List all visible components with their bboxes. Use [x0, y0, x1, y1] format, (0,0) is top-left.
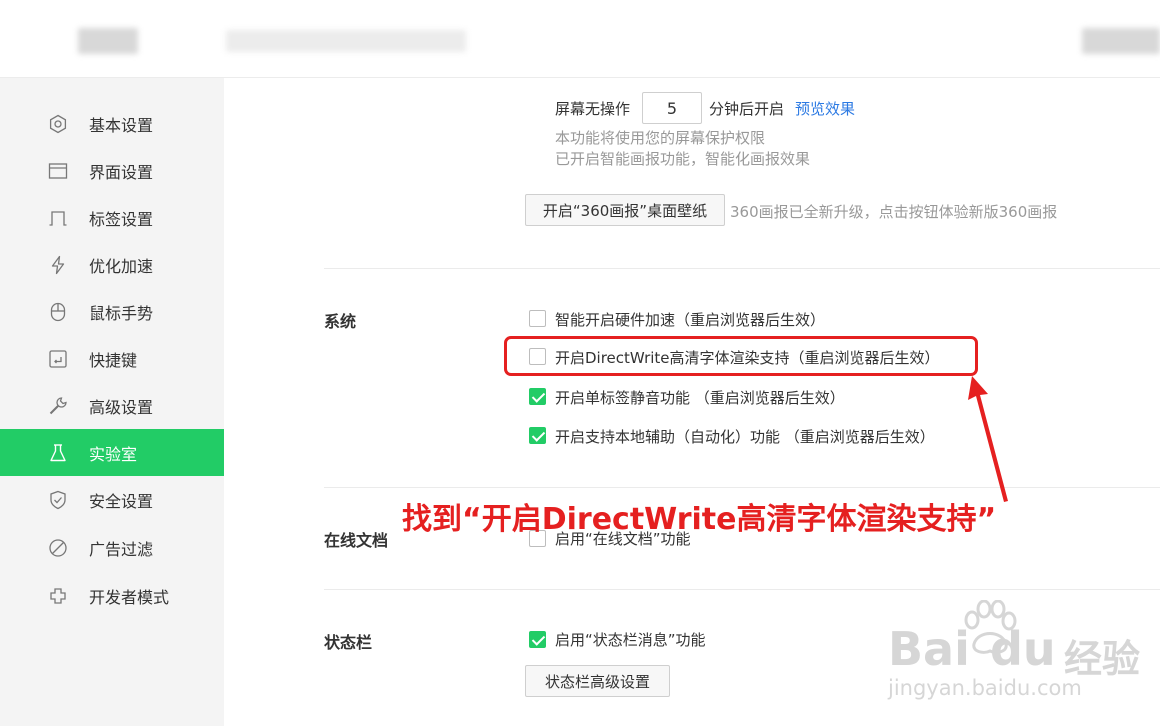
sidebar-item-shortcuts[interactable]: 快捷键 — [0, 335, 224, 382]
wallpaper-note: 360画报已全新升级，点击按钮体验新版360画报 — [730, 203, 1058, 221]
settings-sidebar: 基本设置 界面设置 标签设置 优化加速 鼠标手势 快捷键 高级设置 实验室 安全… — [0, 78, 224, 726]
sidebar-item-basic[interactable]: 基本设置 — [0, 100, 224, 147]
sidebar-item-gestures[interactable]: 鼠标手势 — [0, 288, 224, 335]
hw-accel-label: 智能开启硬件加速（重启浏览器后生效） — [555, 311, 826, 329]
sidebar-item-lab[interactable]: 实验室 — [0, 429, 224, 476]
sidebar-item-label: 实验室 — [89, 444, 138, 464]
blurred-logo — [78, 28, 138, 54]
divider — [324, 268, 1160, 269]
sidebar-item-label: 优化加速 — [89, 256, 154, 276]
mouse-icon — [48, 302, 68, 322]
baidu-watermark: Bai du 经验 jingyan.baidu.com — [886, 600, 1160, 726]
settings-icon — [48, 114, 68, 134]
sidebar-item-advanced[interactable]: 高级设置 — [0, 382, 224, 429]
top-bar — [0, 0, 1160, 78]
flask-icon — [48, 443, 68, 463]
wrench-icon — [48, 396, 68, 416]
sidebar-item-developer[interactable]: 开发者模式 — [0, 572, 224, 619]
tab-icon — [48, 208, 68, 228]
hw-accel-checkbox[interactable] — [529, 310, 546, 327]
statusbar-advanced-button[interactable]: 状态栏高级设置 — [525, 665, 670, 697]
preview-link[interactable]: 预览效果 — [795, 98, 855, 119]
screensaver-desc: 已开启智能画报功能，智能化画报效果 — [555, 150, 811, 168]
section-title-statusbar: 状态栏 — [324, 633, 373, 652]
local-assist-checkbox[interactable] — [529, 427, 546, 444]
sidebar-item-label: 快捷键 — [89, 350, 138, 370]
tab-mute-checkbox[interactable] — [529, 388, 546, 405]
wallpaper-button[interactable]: 开启“360画报”桌面壁纸 — [525, 194, 725, 226]
sidebar-item-label: 开发者模式 — [89, 587, 170, 607]
sidebar-item-security[interactable]: 安全设置 — [0, 476, 224, 523]
lightning-icon — [48, 255, 68, 275]
highlight-box — [504, 336, 978, 376]
section-title-system: 系统 — [324, 312, 357, 331]
sidebar-item-label: 安全设置 — [89, 491, 154, 511]
shield-icon — [48, 490, 68, 510]
watermark-brand: Bai — [888, 622, 970, 676]
divider — [324, 589, 1160, 590]
watermark-cn: 经验 — [1064, 637, 1141, 681]
section-title-online-docs: 在线文档 — [324, 531, 389, 550]
divider — [324, 487, 1160, 488]
screensaver-desc: 本功能将使用您的屏幕保护权限 — [555, 129, 766, 147]
statusbar-label: 启用“状态栏消息”功能 — [555, 631, 706, 649]
annotation-arrow — [968, 376, 1008, 502]
sidebar-item-label: 高级设置 — [89, 397, 154, 417]
watermark-brand-du: du — [990, 622, 1056, 676]
window-icon — [48, 161, 68, 181]
watermark-url: jingyan.baidu.com — [888, 676, 1082, 700]
local-assist-label: 开启支持本地辅助（自动化）功能 （重启浏览器后生效） — [555, 428, 935, 446]
tab-mute-label: 开启单标签静音功能 （重启浏览器后生效） — [555, 389, 845, 407]
screensaver-minutes-input[interactable]: 5 — [642, 92, 702, 124]
sidebar-item-tabs[interactable]: 标签设置 — [0, 194, 224, 241]
sidebar-item-label: 基本设置 — [89, 115, 154, 135]
blurred-title — [226, 30, 466, 52]
sidebar-item-label: 标签设置 — [89, 209, 154, 229]
screensaver-suffix: 分钟后开启 — [709, 100, 785, 118]
sidebar-item-label: 广告过滤 — [89, 539, 154, 559]
sidebar-item-speedup[interactable]: 优化加速 — [0, 241, 224, 288]
sidebar-item-adblock[interactable]: 广告过滤 — [0, 524, 224, 571]
sidebar-item-interface[interactable]: 界面设置 — [0, 147, 224, 194]
sidebar-item-label: 界面设置 — [89, 162, 154, 182]
blurred-account — [1082, 28, 1160, 54]
keyboard-icon — [48, 349, 68, 369]
statusbar-checkbox[interactable] — [529, 631, 546, 648]
sidebar-item-label: 鼠标手势 — [89, 303, 154, 323]
block-icon — [48, 538, 68, 558]
screensaver-prefix: 屏幕无操作 — [555, 100, 631, 118]
annotation-text: 找到“开启DirectWrite高清字体渲染支持” — [402, 502, 997, 537]
puzzle-icon — [48, 586, 68, 606]
